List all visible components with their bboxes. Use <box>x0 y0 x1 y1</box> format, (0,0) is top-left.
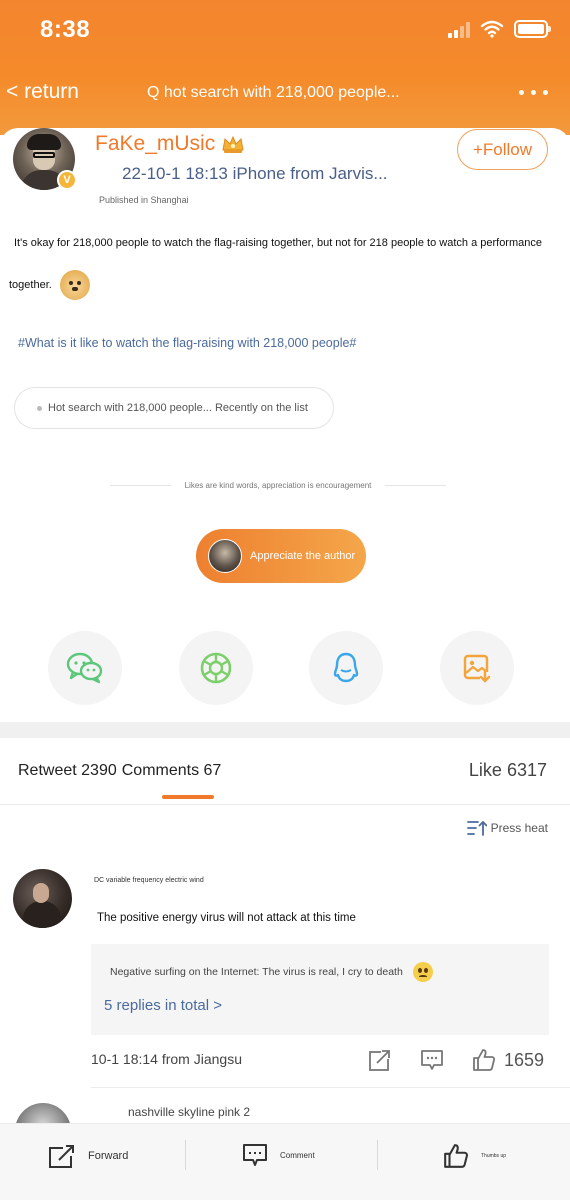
commenter-name[interactable]: DC variable frequency electric wind <box>94 877 204 884</box>
comment-time-location: 10-1 18:14 from Jiangsu <box>91 1051 242 1067</box>
author-name[interactable]: FaKe_mUsic <box>95 132 245 156</box>
signal-icon <box>448 21 470 38</box>
status-icons <box>448 20 551 38</box>
share-wechat-button[interactable] <box>48 631 122 705</box>
author-avatar[interactable]: V <box>13 128 77 190</box>
follow-button[interactable]: +Follow <box>457 129 548 170</box>
save-image-button[interactable] <box>439 631 514 705</box>
thumbs-up-icon <box>444 1144 468 1168</box>
commenter-name-2[interactable]: nashville skyline pink 2 <box>128 1105 250 1119</box>
section-divider <box>0 722 570 738</box>
reply-preview[interactable]: Negative surfing on the Internet: The vi… <box>91 944 549 1035</box>
comment-like-count: 1659 <box>504 1049 545 1070</box>
thumbs-up-button[interactable]: Thumbs up <box>443 1143 506 1169</box>
wechat-icon <box>66 652 103 684</box>
published-location: Published in Shanghai <box>99 195 189 205</box>
comment-button[interactable]: Comment <box>242 1143 315 1167</box>
post-text: It's okay for 218,000 people to watch th… <box>14 237 542 249</box>
comment-divider <box>91 1087 570 1088</box>
thumbs-up-icon[interactable] <box>472 1048 496 1072</box>
tab-comments[interactable]: Comments 67 <box>122 762 222 780</box>
comment-icon[interactable] <box>420 1048 444 1072</box>
stats-divider <box>0 804 570 805</box>
forward-icon[interactable] <box>368 1048 392 1072</box>
return-button[interactable]: < return <box>6 80 79 104</box>
appreciate-avatar <box>208 539 242 573</box>
comment-icon <box>243 1144 267 1166</box>
tab-retweet[interactable]: Retweet 2390 <box>18 762 117 780</box>
doge-emoji-icon <box>59 270 90 300</box>
header: 8:38 < return Q hot search with 218,000 … <box>0 0 570 135</box>
hot-search-pill[interactable]: Hot search with 218,000 people... Recent… <box>14 387 334 429</box>
hashtag-link[interactable]: #What is it like to watch the flag-raisi… <box>18 336 356 350</box>
post-card: V FaKe_mUsic 22-10-1 18:13 iPhone from J… <box>0 128 570 722</box>
status-time: 8:38 <box>40 16 91 43</box>
reply-text: Negative surfing on the Internet: The vi… <box>110 962 433 982</box>
crying-emoji-icon <box>412 962 433 982</box>
likes-hint: Likes are kind words, appreciation is en… <box>110 481 446 490</box>
commenter-avatar[interactable] <box>13 869 72 928</box>
wifi-icon <box>480 20 504 38</box>
forward-button[interactable]: Forward <box>48 1143 128 1169</box>
sort-icon <box>466 821 487 836</box>
bottom-action-bar: Forward Comment Thumbs up <box>0 1123 570 1200</box>
post-meta: 22-10-1 18:13 iPhone from Jarvis... <box>122 164 388 183</box>
sort-by-heat-button[interactable]: Press heat <box>466 820 548 836</box>
share-row <box>48 631 514 705</box>
tab-like[interactable]: Like 6317 <box>469 760 547 781</box>
share-moments-button[interactable] <box>178 631 253 705</box>
share-qq-button[interactable] <box>309 631 384 705</box>
appreciate-author-button[interactable]: Appreciate the author <box>196 529 366 583</box>
verified-icon: V <box>57 170 77 190</box>
battery-icon <box>514 20 551 38</box>
more-icon[interactable] <box>519 90 548 95</box>
save-image-icon <box>463 654 491 683</box>
comment-actions: 1659 <box>368 1048 544 1072</box>
search-title[interactable]: Q hot search with 218,000 people... <box>147 84 400 102</box>
qq-icon <box>334 652 359 683</box>
post-text-continued: together. <box>9 270 90 300</box>
comment-text: The positive energy virus will not attac… <box>97 912 356 924</box>
stats-tabs: Retweet 2390 Comments 67 <box>18 762 221 780</box>
dot-icon <box>37 405 42 411</box>
view-replies-link[interactable]: 5 replies in total > <box>104 997 222 1014</box>
active-tab-indicator <box>162 795 214 799</box>
crown-icon <box>222 135 244 153</box>
forward-icon <box>49 1144 75 1168</box>
moments-icon <box>200 652 231 684</box>
